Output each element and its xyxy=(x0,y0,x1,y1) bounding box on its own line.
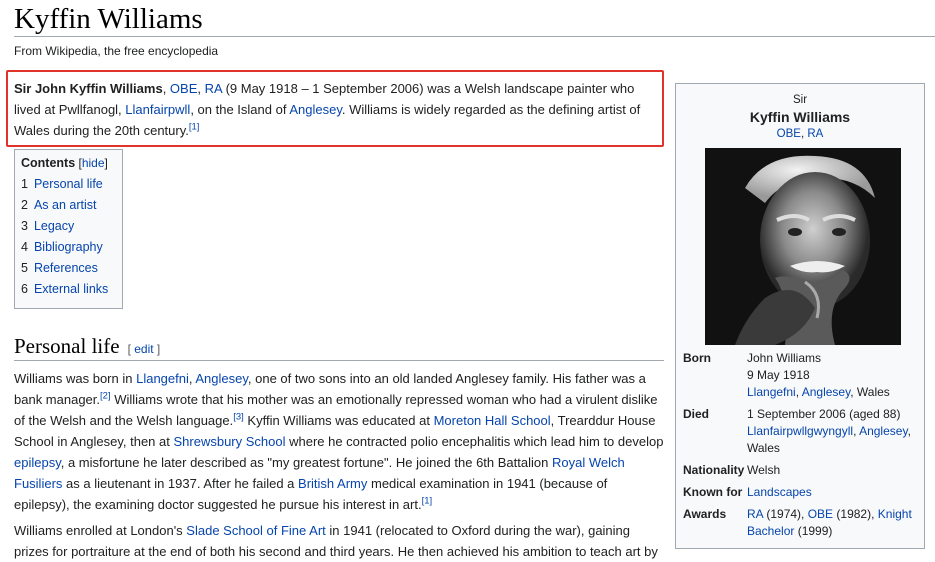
toc-link-legacy[interactable]: Legacy xyxy=(34,219,74,233)
link-ra[interactable]: RA xyxy=(205,81,222,96)
link-obe[interactable]: OBE xyxy=(808,507,833,521)
link-ra[interactable]: RA xyxy=(747,507,763,521)
infobox-value: John Williams 9 May 1918 Llangefni, Angl… xyxy=(747,350,917,401)
text: ] xyxy=(153,342,161,356)
subject-name: Sir John Kyffin Williams xyxy=(14,81,163,96)
link-british-army[interactable]: British Army xyxy=(298,476,367,491)
died-date: 1 September 2006 (aged 88) xyxy=(747,407,901,421)
edit-link[interactable]: edit xyxy=(134,342,153,356)
text: , on the Island of xyxy=(190,102,290,117)
toc-link-as-an-artist[interactable]: As an artist xyxy=(34,198,97,212)
toc-title: Contents xyxy=(21,156,76,170)
infobox-label: Nationality xyxy=(683,463,745,477)
text: where he contracted polio encephalitis w… xyxy=(285,434,664,449)
link-llangefni[interactable]: Llangefni xyxy=(747,385,796,399)
toc-num: 4 xyxy=(21,240,28,254)
link-anglesey[interactable]: Anglesey xyxy=(802,385,850,399)
text: , xyxy=(907,424,911,438)
paragraph-personal-life-1: Williams was born in Llangefni, Anglesey… xyxy=(14,368,665,515)
ref-1[interactable]: [1] xyxy=(189,122,200,133)
ref-3[interactable]: [3] xyxy=(233,412,244,423)
toc-num: 3 xyxy=(21,219,28,233)
infobox-label: Died xyxy=(683,407,710,421)
toc-list: 1 Personal life 2 As an artist 3 Legacy 4 Bi… xyxy=(21,174,116,300)
link-llanfairpwllgwyngyll[interactable]: Llanfairpwllgwyngyll xyxy=(747,424,853,438)
toc-link-references[interactable]: References xyxy=(34,261,98,275)
link-obe[interactable]: OBE xyxy=(777,128,801,140)
site-tagline: From Wikipedia, the free encyclopedia xyxy=(14,44,219,58)
portrait-image xyxy=(705,148,901,345)
infobox-value: Welsh xyxy=(747,463,781,477)
ref-2[interactable]: [2] xyxy=(100,391,111,402)
link-ra[interactable]: RA xyxy=(807,128,823,140)
infobox-name: Kyffin Williams xyxy=(749,109,851,125)
text: (1999) xyxy=(794,524,833,538)
toc-item[interactable]: 2 As an artist xyxy=(21,195,116,216)
toc-link-external-links[interactable]: External links xyxy=(34,282,108,296)
infobox-label: Known for xyxy=(683,485,743,499)
link-anglesey[interactable]: Anglesey xyxy=(859,424,907,438)
infobox-value: RA (1974), OBE (1982), Knight Bachelor (… xyxy=(747,506,917,540)
toc-item[interactable]: 3 Legacy xyxy=(21,216,116,237)
toc-header: Contents [hide] xyxy=(21,156,116,170)
link-shrewsbury-school[interactable]: Shrewsbury School xyxy=(173,434,285,449)
toc-link-bibliography[interactable]: Bibliography xyxy=(34,240,103,254)
text: as a lieutenant in 1937. After he failed… xyxy=(62,476,299,491)
link-slade-school[interactable]: Slade School of Fine Art xyxy=(186,523,325,538)
link-moreton-hall-school[interactable]: Moreton Hall School xyxy=(434,413,551,428)
link-obe[interactable]: OBE xyxy=(170,81,197,96)
section-divider xyxy=(14,360,664,361)
link-llanfairpwll[interactable]: Llanfairpwll xyxy=(125,102,190,117)
paragraph-personal-life-2: Williams enrolled at London's Slade Scho… xyxy=(14,520,665,562)
toc-num: 2 xyxy=(21,198,28,212)
infobox-value: 1 September 2006 (aged 88) Llanfairpwllg… xyxy=(747,406,917,457)
died-country: Wales xyxy=(747,441,780,455)
link-epilepsy[interactable]: epilepsy xyxy=(14,455,61,470)
text: (1974), xyxy=(763,507,808,521)
toc-num: 1 xyxy=(21,177,28,191)
infobox: Sir Kyffin Williams OBE, RA Born John Wi… xyxy=(675,83,925,549)
text: , xyxy=(197,81,205,96)
toc-item[interactable]: 5 References xyxy=(21,258,116,279)
text: , Wales xyxy=(850,385,890,399)
infobox-value: Landscapes xyxy=(747,484,917,501)
link-landscapes[interactable]: Landscapes xyxy=(747,485,812,499)
page-title: Kyffin Williams xyxy=(14,3,203,35)
toc-hide-toggle[interactable]: hide xyxy=(82,156,105,170)
infobox-label: Born xyxy=(683,351,711,365)
text: (1982), xyxy=(833,507,878,521)
toc-num: 6 xyxy=(21,282,28,296)
link-llangefni[interactable]: Llangefni xyxy=(136,371,189,386)
link-anglesey[interactable]: Anglesey xyxy=(289,102,342,117)
ref-1[interactable]: [1] xyxy=(422,496,433,507)
section-edit: [ edit ] xyxy=(128,342,161,356)
text: ] xyxy=(104,156,108,170)
toc-item[interactable]: 6 External links xyxy=(21,279,116,300)
section-heading-personal-life: Personal life [ edit ] xyxy=(14,334,664,359)
toc-num: 5 xyxy=(21,261,28,275)
table-of-contents: Contents [hide] 1 Personal life 2 As an ar… xyxy=(14,149,123,309)
text: , xyxy=(162,81,170,96)
toc-link-personal-life[interactable]: Personal life xyxy=(34,177,103,191)
text: , a misfortune he later described as "my… xyxy=(60,455,552,470)
text: Williams was born in xyxy=(14,371,137,386)
toc-item[interactable]: 4 Bibliography xyxy=(21,237,116,258)
portrait-photo[interactable] xyxy=(705,148,901,345)
link-anglesey[interactable]: Anglesey xyxy=(195,371,248,386)
born-name: John Williams xyxy=(747,351,822,365)
text: Kyffin Williams was educated at xyxy=(243,413,434,428)
title-divider xyxy=(14,36,935,37)
toc-item[interactable]: 1 Personal life xyxy=(21,174,116,195)
lead-paragraph: Sir John Kyffin Williams, OBE, RA (9 May… xyxy=(6,70,664,147)
infobox-label: Awards xyxy=(683,507,727,521)
section-title: Personal life xyxy=(14,334,120,358)
born-date: 9 May 1918 xyxy=(747,368,810,382)
infobox-honorific-prefix: Sir xyxy=(792,94,808,106)
infobox-honorific-suffix: OBE, RA xyxy=(676,126,924,142)
text: [ xyxy=(75,156,82,170)
text: Williams enrolled at London's xyxy=(14,523,187,538)
